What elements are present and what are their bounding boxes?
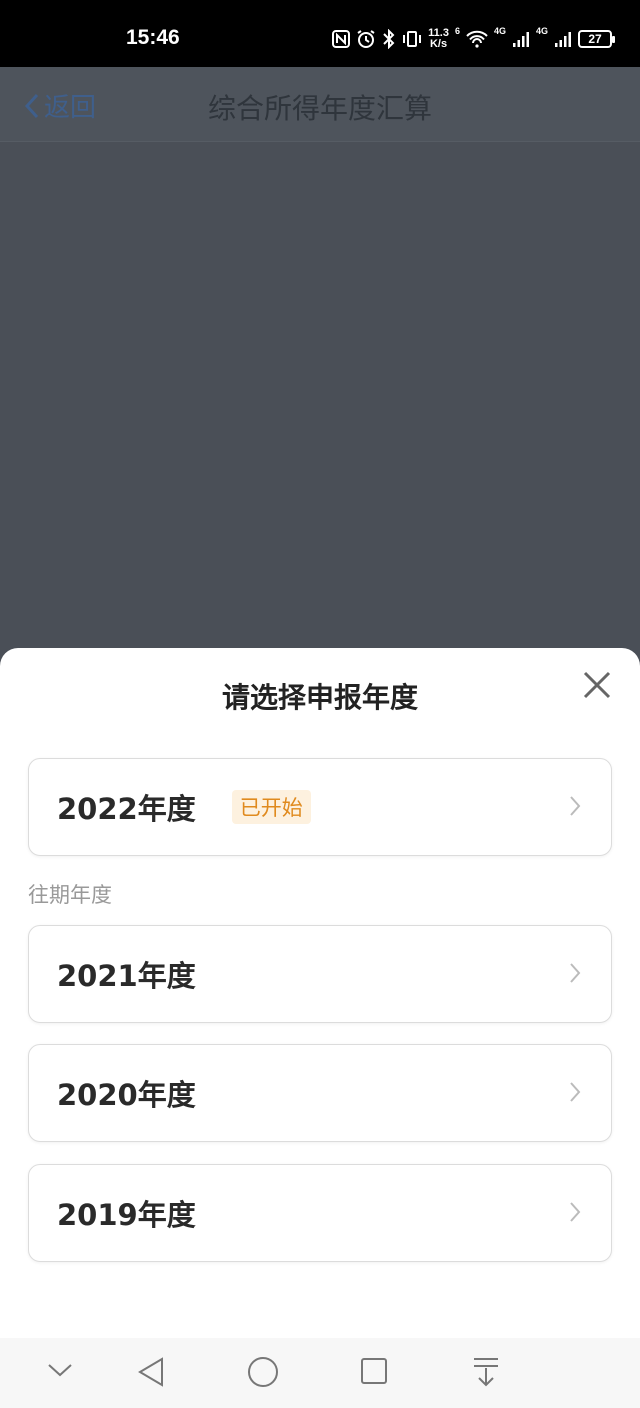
year-label: 2022年度 — [57, 792, 196, 826]
wifi-icon — [466, 30, 488, 48]
year-item-current[interactable]: 2022年度 已开始 — [28, 758, 612, 856]
vibrate-icon — [403, 31, 422, 47]
battery-level: 27 — [588, 32, 602, 46]
chevron-right-icon — [570, 1202, 581, 1222]
chevron-right-icon — [570, 963, 581, 983]
home-circle-icon[interactable] — [247, 1356, 279, 1388]
year-select-sheet: 请选择申报年度 2022年度 已开始 往期年度 2021年度 2020年度 20… — [0, 648, 640, 1338]
cell-signal-icon-2 — [555, 32, 571, 47]
back-triangle-icon[interactable] — [136, 1356, 166, 1388]
status-time: 15:46 — [126, 26, 180, 49]
year-label: 2020年度 — [57, 1078, 196, 1112]
recents-square-icon[interactable] — [360, 1357, 388, 1385]
year-item-2020[interactable]: 2020年度 — [28, 1044, 612, 1142]
modal-overlay[interactable] — [0, 142, 640, 648]
chevron-right-icon — [570, 1082, 581, 1102]
year-item-2021[interactable]: 2021年度 — [28, 925, 612, 1023]
signal-label-3: 4G — [535, 26, 548, 36]
net-speed-unit: K/s — [429, 38, 448, 50]
bluetooth-icon — [383, 29, 395, 49]
year-label: 2021年度 — [57, 959, 196, 993]
notification-pull-icon[interactable] — [472, 1356, 500, 1388]
chevron-right-icon — [570, 796, 581, 816]
status-badge: 已开始 — [231, 790, 311, 824]
system-nav-bar — [0, 1338, 640, 1408]
year-item-2019[interactable]: 2019年度 — [28, 1164, 612, 1262]
battery-icon: 27 — [578, 30, 615, 48]
cell-signal-icon — [512, 32, 529, 47]
signal-label-1: 6 — [454, 26, 460, 36]
nfc-icon — [332, 30, 351, 48]
alarm-icon — [357, 30, 375, 48]
year-label: 2019年度 — [57, 1198, 196, 1232]
nav-bar: 返回 综合所得年度汇算 — [0, 67, 640, 142]
signal-label-2: 4G — [493, 26, 506, 36]
status-bar: 15:46 11.3 K/s 6 4G 4G 27 — [0, 0, 640, 67]
close-icon[interactable] — [580, 668, 614, 702]
chevron-down-icon[interactable] — [46, 1362, 74, 1378]
status-icons: 11.3 K/s 6 4G 4G 27 — [332, 26, 615, 52]
sheet-title: 请选择申报年度 — [221, 681, 418, 714]
past-years-label: 往期年度 — [28, 883, 112, 907]
net-speed: 11.3 K/s — [428, 28, 449, 50]
page-title: 综合所得年度汇算 — [207, 92, 432, 125]
